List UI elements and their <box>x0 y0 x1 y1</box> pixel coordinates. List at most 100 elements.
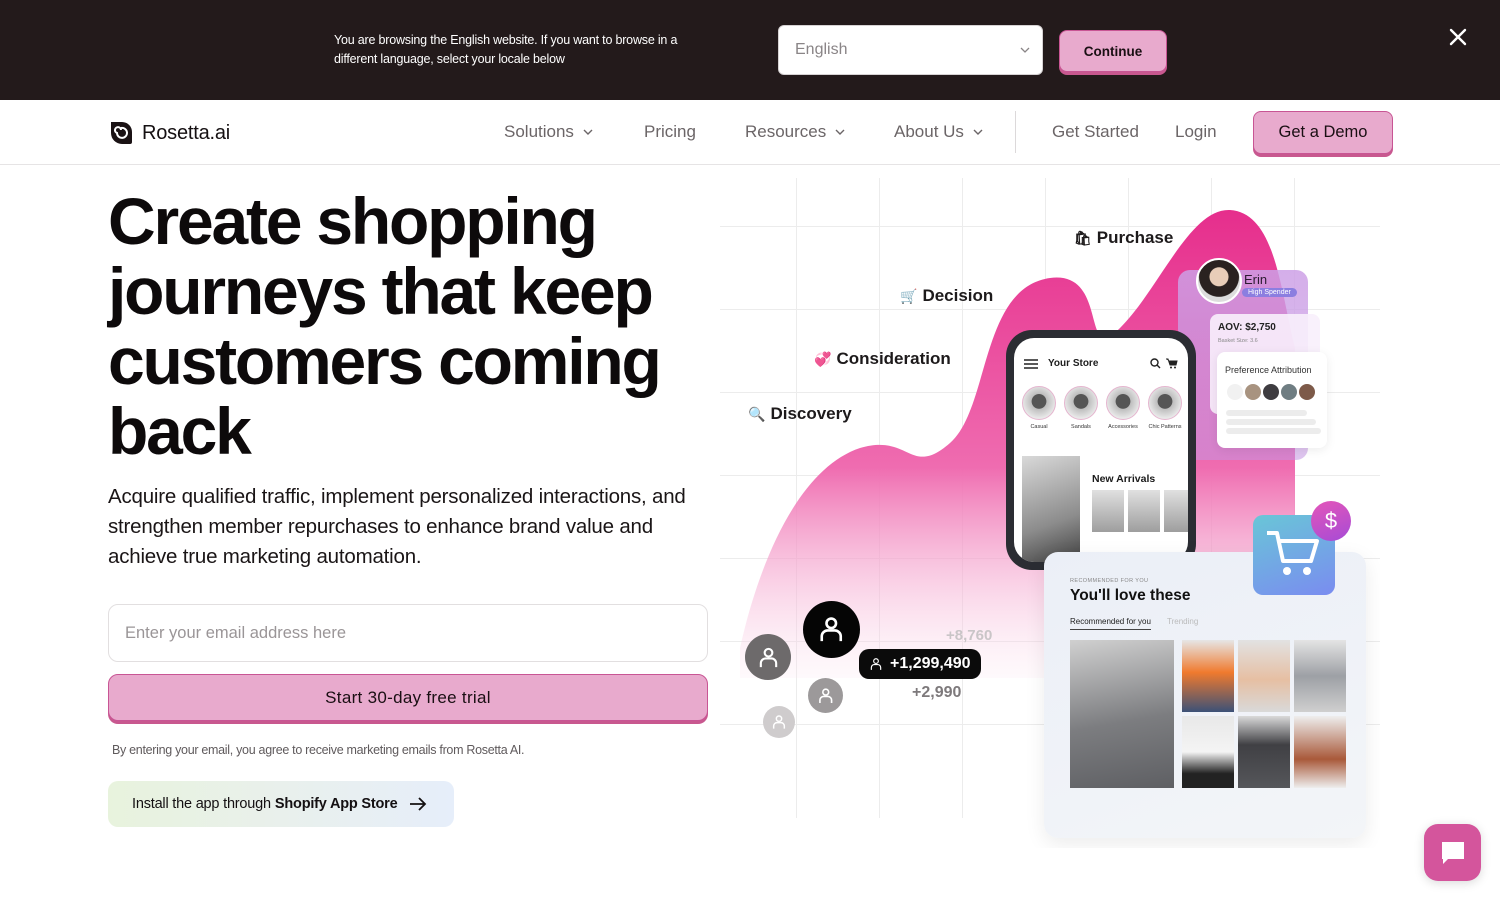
nav-get-started[interactable]: Get Started <box>1052 122 1139 142</box>
nav-divider <box>1015 111 1016 153</box>
magnifier-icon: 🔍 <box>748 405 766 422</box>
product-image <box>1238 640 1290 712</box>
get-demo-button[interactable]: Get a Demo <box>1253 111 1393 154</box>
category-image <box>1148 386 1182 420</box>
shopify-prefix: Install the app through <box>132 796 271 812</box>
start-trial-button[interactable]: Start 30-day free trial <box>108 674 708 721</box>
locale-message: You are browsing the English website. If… <box>334 33 678 66</box>
nav-resources[interactable]: Resources <box>745 122 846 142</box>
phone-mockup: Your Store Casual Sandals Accessories Ch… <box>1006 330 1196 570</box>
product-thumbnail <box>1092 490 1124 532</box>
continue-button[interactable]: Continue <box>1059 30 1167 72</box>
rec-eyebrow: RECOMMENDED FOR YOU <box>1070 578 1149 584</box>
arrivals-title: New Arrivals <box>1092 473 1156 485</box>
category-image <box>1064 386 1098 420</box>
shopping-bags-icon: 🛍 <box>1074 229 1092 246</box>
preference-title: Preference Attribution <box>1225 365 1312 375</box>
stage-label: Discovery <box>770 404 852 423</box>
category-label: Chic Patterns <box>1148 424 1182 430</box>
user-avatar-icon <box>808 678 843 713</box>
hero-title-line: journeys that keep <box>108 254 654 328</box>
rec-title: You'll love these <box>1070 587 1191 604</box>
category-image <box>1106 386 1140 420</box>
nav-pricing-label: Pricing <box>644 122 696 141</box>
category-item: Chic Patterns <box>1148 386 1182 430</box>
chevron-down-icon <box>973 129 983 135</box>
customer-avatar <box>1196 258 1242 304</box>
category-image <box>1022 386 1056 420</box>
count-main-pill: +1,299,490 <box>859 649 981 679</box>
brand-logo[interactable]: Rosetta.ai <box>108 120 230 146</box>
menu-icon <box>1024 358 1038 369</box>
locale-select[interactable]: English <box>778 25 1043 75</box>
heart-icon: 💞 <box>814 350 832 367</box>
brand-name: Rosetta.ai <box>142 121 231 144</box>
phone-screen: Your Store Casual Sandals Accessories Ch… <box>1014 338 1188 562</box>
aov-value: AOV: $2,750 <box>1218 322 1276 333</box>
shopify-store-label: Shopify App Store <box>274 796 398 812</box>
stage-discovery: 🔍 Discovery <box>748 404 852 424</box>
color-swatch <box>1227 384 1243 400</box>
store-title: Your Store <box>1048 358 1099 369</box>
locale-select-value: English <box>795 41 848 58</box>
user-icon <box>870 658 882 670</box>
close-icon[interactable] <box>1446 25 1470 49</box>
product-image <box>1182 640 1234 712</box>
basket-size: Basket Size: 3.6 <box>1218 338 1258 344</box>
category-item: Sandals <box>1064 386 1098 430</box>
journey-illustration: 🔍 Discovery 💞 Consideration 🛒 Decision 🛍… <box>720 178 1380 848</box>
arrivals-hero-image <box>1022 456 1080 562</box>
product-image <box>1294 716 1346 788</box>
nav-pricing[interactable]: Pricing <box>644 122 696 142</box>
tag-placeholder <box>1226 428 1321 434</box>
dollar-icon: $ <box>1311 501 1351 541</box>
product-thumbnail <box>1164 490 1188 532</box>
product-image <box>1238 716 1290 788</box>
rec-product-grid <box>1182 640 1346 788</box>
count-main: +1,299,490 <box>890 655 971 672</box>
navbar: Rosetta.ai Solutions Pricing Resources A… <box>0 100 1500 165</box>
category-item: Casual <box>1022 386 1056 430</box>
color-swatch <box>1281 384 1297 400</box>
stage-decision: 🛒 Decision <box>900 286 993 306</box>
color-swatch <box>1263 384 1279 400</box>
stage-label: Purchase <box>1096 228 1174 247</box>
nav-login[interactable]: Login <box>1175 122 1217 142</box>
shopify-install-button[interactable]: Install the app through Shopify App Stor… <box>108 781 454 827</box>
arrow-right-icon <box>410 797 427 811</box>
cart-icon: 🛒 <box>900 287 918 304</box>
nav-solutions[interactable]: Solutions <box>504 122 594 142</box>
user-avatar-icon <box>763 706 795 738</box>
nav-about-label: About Us <box>894 122 964 141</box>
product-image <box>1294 640 1346 712</box>
hero-subtitle: Acquire qualified traffic, implement per… <box>108 485 686 568</box>
hero-title-line: back <box>108 394 252 468</box>
user-avatar-icon <box>803 601 860 658</box>
chevron-down-icon <box>1020 47 1030 53</box>
chat-widget-button[interactable] <box>1424 824 1481 881</box>
nav-about-us[interactable]: About Us <box>894 122 984 142</box>
chevron-down-icon <box>835 129 845 135</box>
preference-tags <box>1226 410 1321 437</box>
hero-title-line: Create shopping <box>108 184 598 258</box>
hero-title-line: customers coming <box>108 324 662 398</box>
hero-title: Create shopping journeys that keep custo… <box>108 186 728 466</box>
stage-consideration: 💞 Consideration <box>814 349 951 369</box>
stage-purchase: 🛍 Purchase <box>1074 228 1173 248</box>
count-tertiary: +2,990 <box>912 684 962 701</box>
rec-main-image <box>1070 640 1174 788</box>
nav-solutions-label: Solutions <box>504 122 574 141</box>
product-thumbnail <box>1128 490 1160 532</box>
tag-placeholder <box>1226 410 1307 416</box>
category-row: Casual Sandals Accessories Chic Patterns <box>1022 386 1182 430</box>
chevron-down-icon <box>583 129 593 135</box>
locale-banner: You are browsing the English website. If… <box>0 0 1500 100</box>
rec-tab-active: Recommended for you <box>1070 617 1151 630</box>
cart-icon <box>1166 358 1178 369</box>
email-input[interactable] <box>108 604 708 662</box>
search-icon <box>1150 358 1161 369</box>
phone-header: Your Store <box>1024 358 1178 369</box>
count-secondary: +8,760 <box>946 627 993 644</box>
shopping-cart-icon <box>1267 531 1319 575</box>
nav-resources-label: Resources <box>745 122 827 141</box>
